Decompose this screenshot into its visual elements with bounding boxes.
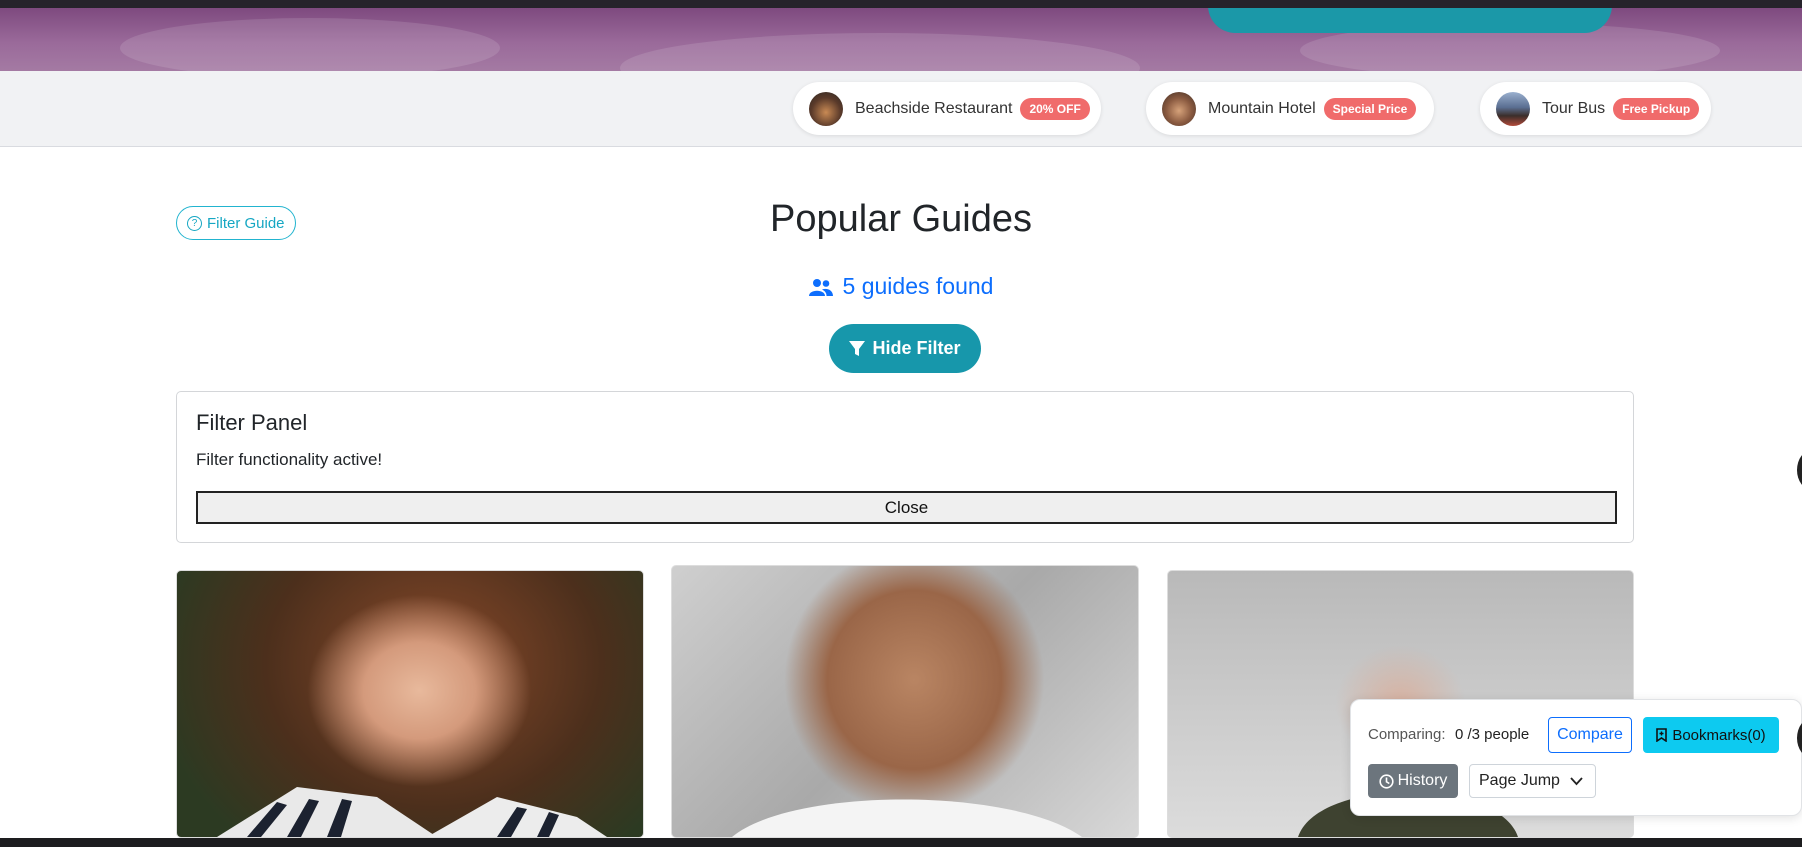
top-dark-strip [0,0,1802,8]
promo-bar: Beachside Restaurant 20% OFF Mountain Ho… [0,71,1802,147]
bus-thumbnail [1496,91,1530,126]
comparing-count: 0 /3 people [1455,726,1530,743]
guide-photo-clothing [217,787,607,837]
hide-filter-label: Hide Filter [872,338,961,358]
compare-panel: Comparing: 0 /3 people Compare Bookmarks… [1350,699,1802,816]
promo-name: Tour Bus [1542,99,1606,117]
guides-found-text: 5 guides found [842,273,994,299]
history-label: History [1397,772,1448,789]
hero-banner [0,8,1802,71]
hide-filter-button[interactable]: Hide Filter [829,324,981,373]
compare-button[interactable]: Compare [1548,717,1632,753]
floating-side-button[interactable] [1797,450,1802,490]
hero-cloud [120,18,500,71]
page-jump-label: Page Jump [1479,772,1560,789]
promo-tour-bus[interactable]: Tour Bus Free Pickup [1480,82,1711,135]
page-jump-select[interactable]: Page Jump [1469,764,1596,798]
guide-card[interactable] [176,570,644,838]
filter-panel: Filter Panel Filter functionality active… [176,391,1634,543]
history-button[interactable]: History [1368,764,1458,798]
promo-name: Mountain Hotel [1208,99,1316,117]
chevron-down-icon [1570,777,1583,786]
bookmark-icon [1656,728,1668,742]
hero-cloud [620,33,1140,71]
hotel-thumbnail [1162,91,1196,126]
bookmarks-label: Bookmarks(0) [1672,726,1766,744]
bottom-dark-strip [0,838,1802,847]
promo-name: Beachside Restaurant [855,99,1013,117]
guide-card[interactable] [671,565,1139,838]
promo-tag: Free Pickup [1613,97,1700,120]
page-title: Popular Guides [770,198,1032,240]
restaurant-thumbnail [809,91,843,126]
guide-photo-shirt [732,799,1082,837]
bookmarks-button[interactable]: Bookmarks(0) [1643,717,1779,753]
compare-label: Compare [1557,726,1623,743]
filter-panel-title: Filter Panel [196,410,308,435]
promo-tag: 20% OFF [1020,97,1090,120]
users-icon [808,278,833,296]
comparing-label: Comparing: [1368,726,1446,743]
clock-icon [1379,773,1394,789]
promo-beachside-restaurant[interactable]: Beachside Restaurant 20% OFF [793,82,1101,135]
promo-tag: Special Price [1323,97,1417,120]
guides-found-count: 5 guides found [0,273,1802,300]
hero-cta-button[interactable] [1208,8,1612,33]
filter-icon [849,340,866,356]
close-button[interactable]: Close [196,491,1617,524]
promo-mountain-hotel[interactable]: Mountain Hotel Special Price [1146,82,1434,135]
filter-panel-message: Filter functionality active! [196,450,383,469]
close-label: Close [884,497,929,517]
